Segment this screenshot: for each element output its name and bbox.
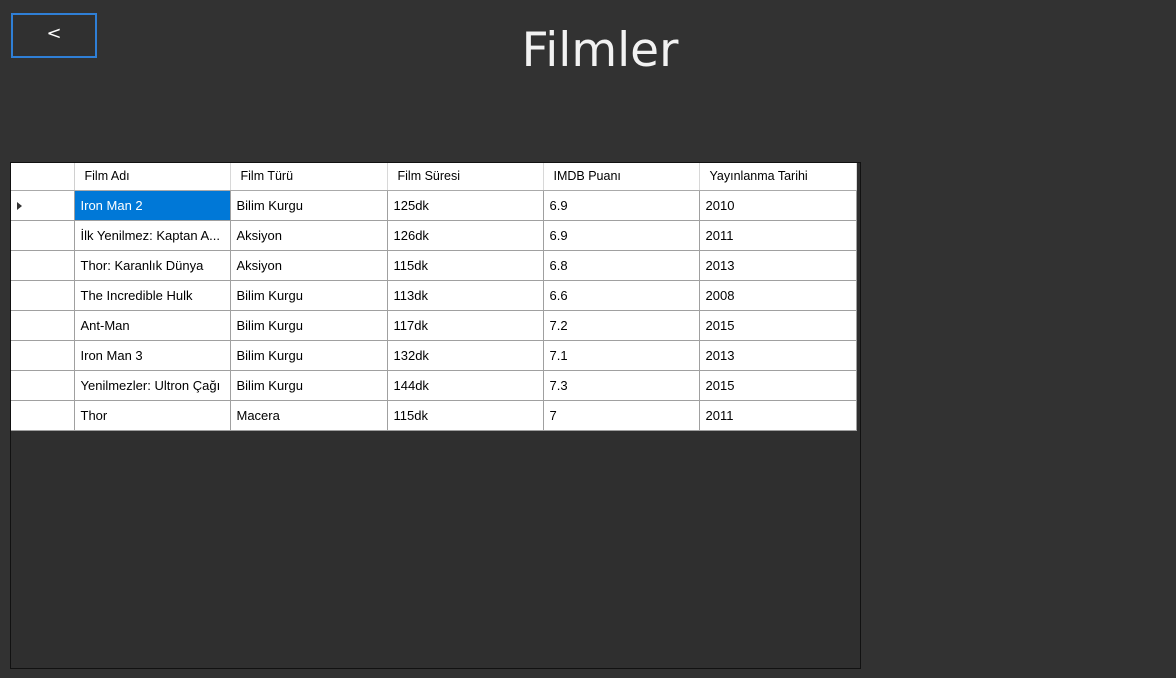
table-cell[interactable]: 2013 xyxy=(699,340,857,371)
table-cell[interactable]: Bilim Kurgu xyxy=(230,340,388,371)
films-data-grid[interactable]: Film Adı Film Türü Film Süresi IMDB Puan… xyxy=(10,162,861,669)
table-cell[interactable]: 126dk xyxy=(387,220,544,251)
table-cell[interactable]: Yenilmezler: Ultron Çağı xyxy=(74,370,231,401)
table-cell[interactable]: 7 xyxy=(543,400,700,431)
table-cell[interactable]: Ant-Man xyxy=(74,310,231,341)
table-cell[interactable]: 115dk xyxy=(387,400,544,431)
table-cell[interactable]: 6.8 xyxy=(543,250,700,281)
row-header-cell[interactable] xyxy=(11,190,75,221)
table-cell[interactable]: Bilim Kurgu xyxy=(230,310,388,341)
table-cell[interactable]: 113dk xyxy=(387,280,544,311)
table-cell[interactable]: İlk Yenilmez: Kaptan A... xyxy=(74,220,231,251)
films-window: < Filmler Film Adı Film Türü Film Süresi… xyxy=(0,0,1176,678)
table-cell[interactable]: Aksiyon xyxy=(230,220,388,251)
table-row[interactable]: Iron Man 3 Bilim Kurgu 132dk 7.1 2013 xyxy=(11,340,857,371)
table-cell[interactable]: 144dk xyxy=(387,370,544,401)
column-header-film-adi[interactable]: Film Adı xyxy=(74,163,231,191)
column-header-film-turu[interactable]: Film Türü xyxy=(230,163,388,191)
column-header-imdb-puani[interactable]: IMDB Puanı xyxy=(543,163,700,191)
table-cell[interactable]: 2011 xyxy=(699,400,857,431)
corner-header-cell[interactable] xyxy=(11,163,75,191)
row-header-cell[interactable] xyxy=(11,370,75,401)
table-cell[interactable]: 2011 xyxy=(699,220,857,251)
table-cell[interactable]: 6.9 xyxy=(543,220,700,251)
table-cell[interactable]: Bilim Kurgu xyxy=(230,370,388,401)
table-cell[interactable]: 2013 xyxy=(699,250,857,281)
table-row[interactable]: The Incredible Hulk Bilim Kurgu 113dk 6.6 20… xyxy=(11,280,857,311)
header-row: Film Adı Film Türü Film Süresi IMDB Puan… xyxy=(11,163,857,191)
table-cell[interactable]: Thor: Karanlık Dünya xyxy=(74,250,231,281)
table-cell[interactable]: 115dk xyxy=(387,250,544,281)
table-cell[interactable]: 6.9 xyxy=(543,190,700,221)
table-row[interactable]: İlk Yenilmez: Kaptan A... Aksiyon 126dk 6.9… xyxy=(11,220,857,251)
table-cell[interactable]: 125dk xyxy=(387,190,544,221)
column-header-yayinlanma-tarihi[interactable]: Yayınlanma Tarihi xyxy=(699,163,857,191)
table-cell[interactable]: 2010 xyxy=(699,190,857,221)
row-header-cell[interactable] xyxy=(11,250,75,281)
table-cell[interactable]: 6.6 xyxy=(543,280,700,311)
table-row[interactable]: Iron Man 2 Bilim Kurgu 125dk 6.9 2010 xyxy=(11,190,857,221)
table-cell[interactable]: Aksiyon xyxy=(230,250,388,281)
column-header-film-suresi[interactable]: Film Süresi xyxy=(387,163,544,191)
table-cell[interactable]: Macera xyxy=(230,400,388,431)
row-header-cell[interactable] xyxy=(11,220,75,251)
table-row[interactable]: Thor Macera 115dk 7 2011 xyxy=(11,400,857,431)
table-cell[interactable]: Iron Man 3 xyxy=(74,340,231,371)
table-cell[interactable]: Bilim Kurgu xyxy=(230,280,388,311)
table-cell[interactable]: 2015 xyxy=(699,370,857,401)
triangle-right-icon xyxy=(17,202,22,211)
row-header-cell[interactable] xyxy=(11,340,75,371)
table-cell[interactable]: 117dk xyxy=(387,310,544,341)
table-cell[interactable]: 2015 xyxy=(699,310,857,341)
table-cell[interactable]: 132dk xyxy=(387,340,544,371)
row-header-cell[interactable] xyxy=(11,280,75,311)
table-cell[interactable]: Iron Man 2 xyxy=(74,190,231,221)
table-cell[interactable]: Thor xyxy=(74,400,231,431)
grid-body: Iron Man 2 Bilim Kurgu 125dk 6.9 2010 İlk Yen… xyxy=(11,190,857,431)
table-cell[interactable]: Bilim Kurgu xyxy=(230,190,388,221)
page-title: Filmler xyxy=(521,23,679,78)
row-header-cell[interactable] xyxy=(11,310,75,341)
table-cell[interactable]: 7.3 xyxy=(543,370,700,401)
table-row[interactable]: Yenilmezler: Ultron Çağı Bilim Kurgu 144dk… xyxy=(11,370,857,401)
table-cell[interactable]: The Incredible Hulk xyxy=(74,280,231,311)
row-header-cell[interactable] xyxy=(11,400,75,431)
table-cell[interactable]: 2008 xyxy=(699,280,857,311)
table-row[interactable]: Ant-Man Bilim Kurgu 117dk 7.2 2015 xyxy=(11,310,857,341)
table-cell[interactable]: 7.1 xyxy=(543,340,700,371)
table-cell[interactable]: 7.2 xyxy=(543,310,700,341)
films-table: Film Adı Film Türü Film Süresi IMDB Puan… xyxy=(11,163,857,431)
table-row[interactable]: Thor: Karanlık Dünya Aksiyon 115dk 6.8 2013 xyxy=(11,250,857,281)
